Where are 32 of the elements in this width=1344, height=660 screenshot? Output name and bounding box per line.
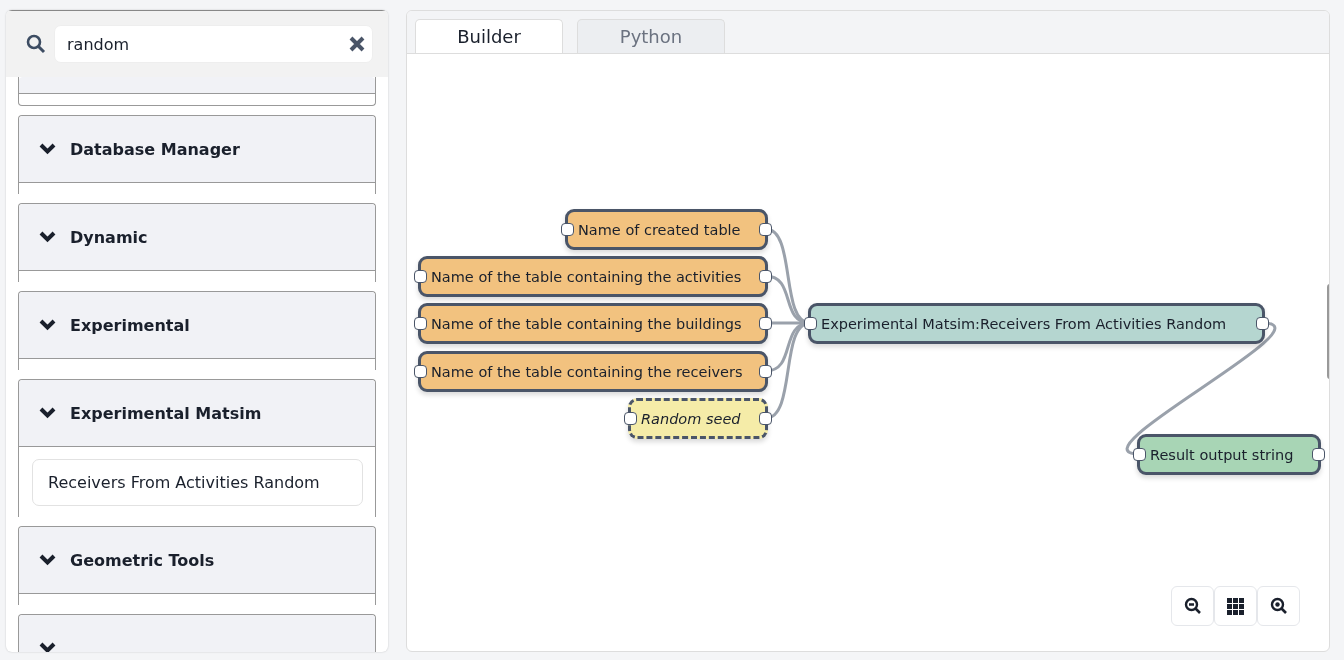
port[interactable] — [414, 269, 427, 283]
tool-item[interactable]: Receivers From Activities Random — [32, 459, 363, 506]
grid-button[interactable] — [1214, 586, 1257, 626]
category-header[interactable]: Experimental Matsim — [19, 380, 375, 447]
port[interactable] — [1312, 447, 1325, 461]
port[interactable] — [759, 364, 772, 378]
port[interactable] — [804, 316, 817, 330]
search-icon — [26, 34, 46, 54]
port[interactable] — [759, 222, 772, 236]
category-header[interactable]: Dynamic — [19, 204, 375, 271]
clear-icon[interactable] — [348, 35, 366, 53]
zoom-out-icon — [1183, 597, 1202, 615]
port[interactable] — [1133, 447, 1146, 461]
port[interactable] — [624, 411, 637, 425]
tab[interactable]: Builder — [415, 19, 563, 53]
tab[interactable]: Python — [577, 19, 725, 53]
port[interactable] — [759, 269, 772, 283]
category-header[interactable]: Experimental — [19, 292, 375, 359]
category-header[interactable]: Database Manager — [19, 116, 375, 183]
zoom-in-button[interactable] — [1257, 586, 1300, 626]
category-header[interactable] — [19, 77, 375, 94]
port[interactable] — [759, 411, 772, 425]
search-field[interactable]: random — [54, 25, 373, 63]
port[interactable] — [414, 364, 427, 378]
category-header[interactable]: Geometric Tools — [19, 527, 375, 594]
grid-icon — [1227, 597, 1244, 615]
zoom-in-icon — [1269, 597, 1288, 615]
port[interactable] — [1256, 316, 1269, 330]
port[interactable] — [759, 316, 772, 330]
zoom-out-button[interactable] — [1171, 586, 1214, 626]
port[interactable] — [414, 316, 427, 330]
port[interactable] — [561, 222, 574, 236]
